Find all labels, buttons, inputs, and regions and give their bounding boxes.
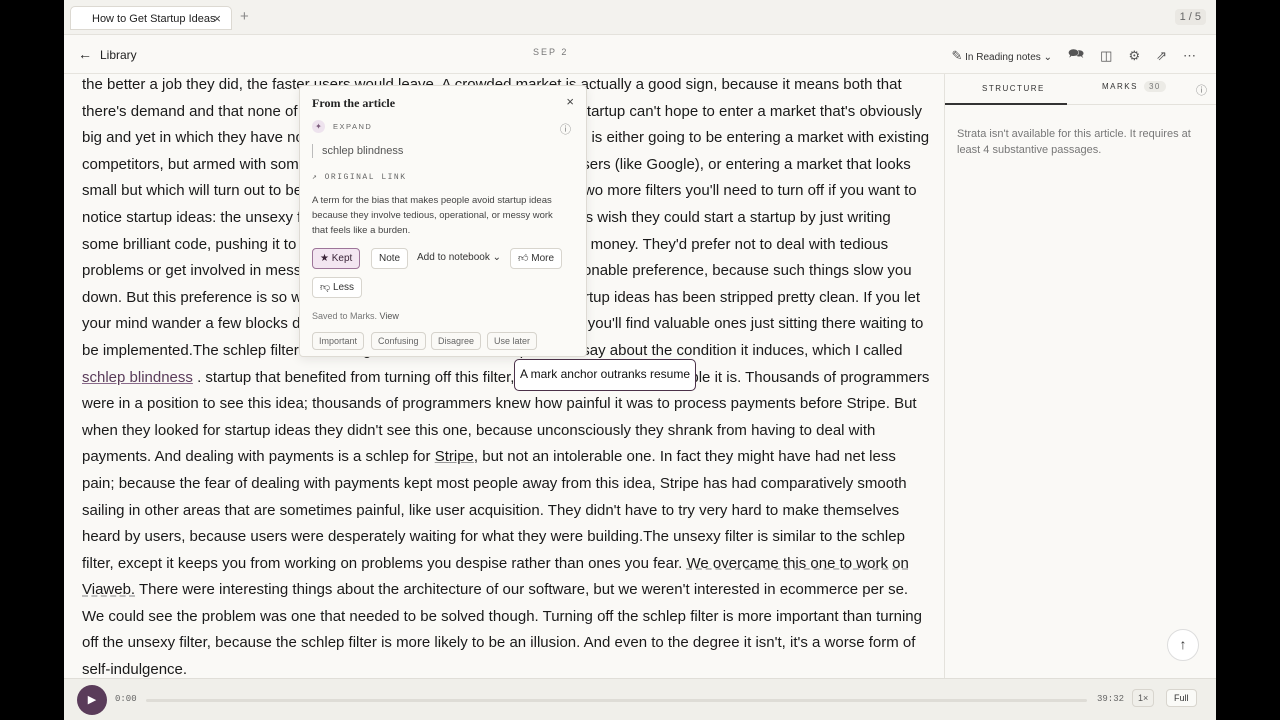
tab-marks[interactable]: MARKS 30 [1102,81,1166,92]
more-label: More [531,253,555,264]
reader-header: ← Library SEP 2 ✎ In Reading notes ⌄ 🗪 ◫ … [64,35,1216,74]
popover-title: From the article [312,96,396,110]
chip-disagree[interactable]: Disagree [431,332,482,350]
tab-title: How to Get Startup Ideas [92,13,216,25]
settings-gear-icon[interactable]: ⚙ [1128,48,1140,64]
reading-notes-dropdown[interactable]: ✎ In Reading notes ⌄ [951,48,1051,64]
tab-bar: How to Get Startup Ideas × + 1 / 5 [64,0,1216,35]
view-marks-link[interactable]: View [380,311,399,321]
tab-close-icon[interactable]: × [213,11,221,26]
popover-close-icon[interactable]: × [566,94,574,109]
marks-count-badge: 30 [1143,81,1166,92]
full-mode-button[interactable]: Full [1166,689,1197,707]
expand-label: EXPAND [333,122,373,131]
saved-text: Saved to Marks. [312,311,378,321]
chip-use-later[interactable]: Use later [487,332,538,350]
original-link[interactable]: ↗ ORIGINAL LINK [312,172,407,182]
arrow-left-icon: ← [78,46,92,62]
reading-notes-label: In Reading notes [965,52,1041,63]
marks-tab-label: MARKS [1102,82,1138,91]
expand-button[interactable]: ✦ EXPAND [312,120,372,133]
back-to-library-button[interactable]: ← Library [78,46,137,62]
chip-important[interactable]: Important [312,332,365,350]
article-text: There were interesting things about the … [82,581,922,678]
chevron-down-icon: ⌄ [1043,52,1052,63]
article-link[interactable]: Stripe [435,448,474,465]
play-icon: ▶ [87,694,97,706]
mark-schlep-blindness[interactable]: schlep blindness [82,369,193,386]
header-actions: ✎ In Reading notes ⌄ 🗪 ◫ ⚙ ⇗ ⋯ [951,45,1196,67]
mark-popover: From the article × ✦ EXPAND ⓘ schlep bli… [299,85,587,357]
active-tab-indicator [945,103,1067,105]
thumbs-up-icon: 👍︎ [518,253,532,264]
thumbs-down-icon: 👎︎ [320,282,333,293]
saved-status: Saved to Marks. View [312,311,399,321]
playback-speed-button[interactable]: 1× [1132,689,1155,707]
arrow-up-icon: ↑ [1179,636,1187,652]
current-time: 0:00 [115,694,137,704]
term-description: A term for the bias that makes people av… [312,195,553,236]
back-label: Library [100,48,137,62]
external-link-icon[interactable]: ⇗ [1156,48,1167,64]
panel-info-icon[interactable]: ⓘ [1196,82,1207,98]
tab-article[interactable]: How to Get Startup Ideas × [70,6,232,30]
info-icon[interactable]: ⓘ [560,121,571,137]
tab-structure[interactable]: STRUCTURE [982,84,1045,93]
sparkle-icon: ✦ [312,120,325,133]
edit-note-icon: ✎ [951,48,963,63]
strata-unavailable-message: Strata isn't available for this article.… [957,128,1191,156]
add-to-notebook-button[interactable]: Add to notebook ⌄ [410,248,508,269]
article-text: , but not an intolerable one. In fact th… [82,448,907,572]
kept-button[interactable]: ★ Kept [312,248,361,269]
mark-tooltip: A mark anchor outranks resume [514,359,696,391]
sidebar-toggle-icon[interactable]: ◫ [1100,48,1112,64]
comments-icon[interactable]: 🗪 [1068,45,1084,67]
duration: 39:32 [1097,694,1125,704]
app-window: How to Get Startup Ideas × + 1 / 5 ← Libr… [64,0,1216,720]
progress-track[interactable] [146,699,1087,702]
less-label: Less [332,282,355,293]
more-button[interactable]: 👍︎ More [510,248,563,269]
page-count-badge: 1 / 5 [1174,9,1206,25]
scroll-to-top-button[interactable]: ↑ [1167,629,1199,661]
audio-player: ▶ 0:00 39:32 1× Full [64,678,1216,720]
new-tab-icon[interactable]: + [240,8,249,25]
note-button[interactable]: Note [371,248,409,269]
chip-confusing[interactable]: Confusing [371,332,426,350]
side-panel: STRUCTURE MARKS 30 ⓘ Strata isn't availab… [944,74,1216,678]
marked-term: schlep blindness [312,144,403,158]
less-button[interactable]: 👎︎ Less [312,277,363,298]
play-button[interactable]: ▶ [77,685,107,715]
more-options-icon[interactable]: ⋯ [1183,48,1196,64]
article-date: SEP 2 [533,47,569,57]
popover-actions: ★ Kept Note Add to notebook ⌄ 👍︎ More 👎︎… [312,248,582,308]
